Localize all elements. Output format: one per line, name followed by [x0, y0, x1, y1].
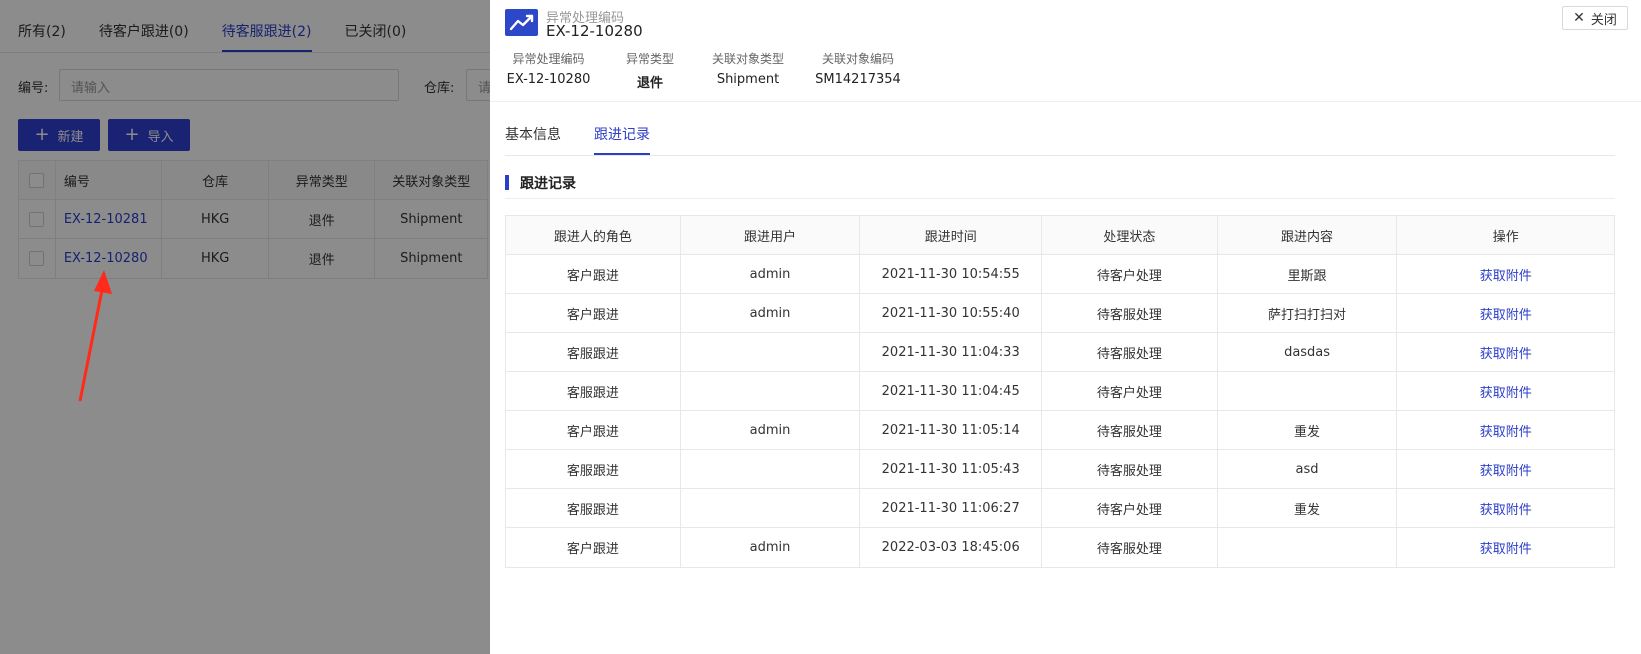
detail-drawer: 异常处理编码 EX-12-10280 ✕ 关闭 异常处理编码 EX-12-102…	[490, 0, 1641, 654]
user-cell	[681, 372, 861, 410]
follow-record-table: 跟进人的角色 跟进用户 跟进时间 处理状态 跟进内容 操作 客户跟进 admin…	[505, 215, 1615, 568]
header-user: 跟进用户	[681, 216, 861, 254]
header-content: 跟进内容	[1218, 216, 1398, 254]
table-row: 客户跟进 admin 2021-11-30 10:54:55 待客户处理 里斯跟…	[506, 255, 1614, 294]
get-attachment-link[interactable]: 获取附件	[1480, 499, 1532, 518]
summary-label: 异常处理编码	[512, 52, 585, 66]
user-cell	[681, 450, 861, 488]
status-cell: 待客服处理	[1042, 333, 1218, 371]
role-cell: 客服跟进	[506, 372, 681, 410]
summary-divider	[490, 101, 1641, 102]
content-cell: dasdas	[1218, 333, 1398, 371]
status-cell: 待客户处理	[1042, 489, 1218, 527]
operation-cell: 获取附件	[1397, 411, 1614, 449]
close-icon: ✕	[1573, 10, 1585, 26]
get-attachment-link[interactable]: 获取附件	[1480, 343, 1532, 362]
user-cell: admin	[681, 411, 861, 449]
table-row: 客户跟进 admin 2022-03-03 18:45:06 待客服处理 获取附…	[506, 528, 1614, 567]
operation-cell: 获取附件	[1397, 333, 1614, 371]
content-cell: 重发	[1218, 489, 1398, 527]
role-cell: 客服跟进	[506, 489, 681, 527]
operation-cell: 获取附件	[1397, 294, 1614, 332]
table-row: 客服跟进 2021-11-30 11:04:33 待客服处理 dasdas 获取…	[506, 333, 1614, 372]
section-title: 跟进记录	[520, 176, 576, 192]
status-cell: 待客服处理	[1042, 528, 1218, 567]
header-status: 处理状态	[1042, 216, 1218, 254]
table-row: 客服跟进 2021-11-30 11:04:45 待客户处理 获取附件	[506, 372, 1614, 411]
user-cell: admin	[681, 255, 861, 293]
summary-exception-type: 异常类型 退件	[610, 50, 690, 91]
time-cell: 2021-11-30 11:04:45	[860, 372, 1043, 410]
role-cell: 客户跟进	[506, 411, 681, 449]
operation-cell: 获取附件	[1397, 489, 1614, 527]
status-cell: 待客服处理	[1042, 294, 1218, 332]
table-row: 客服跟进 2021-11-30 11:05:43 待客服处理 asd 获取附件	[506, 450, 1614, 489]
get-attachment-link[interactable]: 获取附件	[1480, 460, 1532, 479]
summary-value: SM14217354	[815, 72, 901, 87]
table-header-row: 跟进人的角色 跟进用户 跟进时间 处理状态 跟进内容 操作	[506, 216, 1614, 255]
user-cell: admin	[681, 528, 861, 567]
role-cell: 客服跟进	[506, 333, 681, 371]
summary-value: EX-12-10280	[506, 72, 591, 87]
user-cell	[681, 333, 861, 371]
get-attachment-link[interactable]: 获取附件	[1480, 538, 1532, 557]
get-attachment-link[interactable]: 获取附件	[1480, 265, 1532, 284]
summary-value: 退件	[636, 76, 663, 91]
user-cell: admin	[681, 294, 861, 332]
role-cell: 客户跟进	[506, 294, 681, 332]
section-divider	[505, 198, 1615, 199]
content-cell	[1218, 528, 1398, 567]
operation-cell: 获取附件	[1397, 255, 1614, 293]
time-cell: 2021-11-30 11:06:27	[860, 489, 1043, 527]
table-row: 客户跟进 admin 2021-11-30 11:05:14 待客服处理 重发 …	[506, 411, 1614, 450]
role-cell: 客服跟进	[506, 450, 681, 488]
operation-cell: 获取附件	[1397, 528, 1614, 567]
tab-follow-records[interactable]: 跟进记录	[594, 122, 650, 155]
get-attachment-link[interactable]: 获取附件	[1480, 304, 1532, 323]
header-operation: 操作	[1492, 229, 1519, 245]
time-cell: 2021-11-30 10:54:55	[860, 255, 1043, 293]
content-cell: 萨打扫打扫对	[1218, 294, 1398, 332]
summary-label: 关联对象类型	[711, 52, 784, 66]
close-button-label: 关闭	[1590, 12, 1617, 28]
operation-cell: 获取附件	[1397, 450, 1614, 488]
role-cell: 客户跟进	[506, 255, 681, 293]
header-role: 跟进人的角色	[506, 216, 681, 254]
summary-label: 异常类型	[625, 52, 674, 66]
table-row: 客服跟进 2021-11-30 11:06:27 待客户处理 重发 获取附件	[506, 489, 1614, 528]
status-cell: 待客服处理	[1042, 450, 1218, 488]
operation-cell: 获取附件	[1397, 372, 1614, 410]
tab-basic-info[interactable]: 基本信息	[505, 122, 561, 155]
trend-chart-icon	[505, 9, 538, 36]
drawer-title: EX-12-10280	[546, 22, 643, 40]
summary-label: 关联对象编码	[821, 52, 894, 66]
status-cell: 待客服处理	[1042, 411, 1218, 449]
time-cell: 2021-11-30 11:05:14	[860, 411, 1043, 449]
drawer-tabs-divider	[505, 155, 1615, 156]
close-button[interactable]: ✕ 关闭	[1562, 6, 1628, 30]
content-cell: 里斯跟	[1218, 255, 1398, 293]
summary-object-type: 关联对象类型 Shipment	[703, 50, 793, 87]
content-cell: 重发	[1218, 411, 1398, 449]
content-cell	[1218, 372, 1398, 410]
get-attachment-link[interactable]: 获取附件	[1480, 382, 1532, 401]
table-row: 客户跟进 admin 2021-11-30 10:55:40 待客服处理 萨打扫…	[506, 294, 1614, 333]
status-cell: 待客户处理	[1042, 255, 1218, 293]
summary-object-code: 关联对象编码 SM14217354	[808, 50, 908, 87]
role-cell: 客户跟进	[506, 528, 681, 567]
summary-exception-code: 异常处理编码 EX-12-10280	[500, 50, 597, 87]
time-cell: 2021-11-30 10:55:40	[860, 294, 1043, 332]
time-cell: 2021-11-30 11:05:43	[860, 450, 1043, 488]
time-cell: 2022-03-03 18:45:06	[860, 528, 1043, 567]
user-cell	[681, 489, 861, 527]
section-marker	[505, 175, 509, 190]
get-attachment-link[interactable]: 获取附件	[1480, 421, 1532, 440]
header-time: 跟进时间	[860, 216, 1043, 254]
summary-value: Shipment	[716, 72, 780, 87]
drawer-tabs: 基本信息 跟进记录	[505, 122, 683, 155]
status-cell: 待客户处理	[1042, 372, 1218, 410]
time-cell: 2021-11-30 11:04:33	[860, 333, 1043, 371]
content-cell: asd	[1218, 450, 1398, 488]
